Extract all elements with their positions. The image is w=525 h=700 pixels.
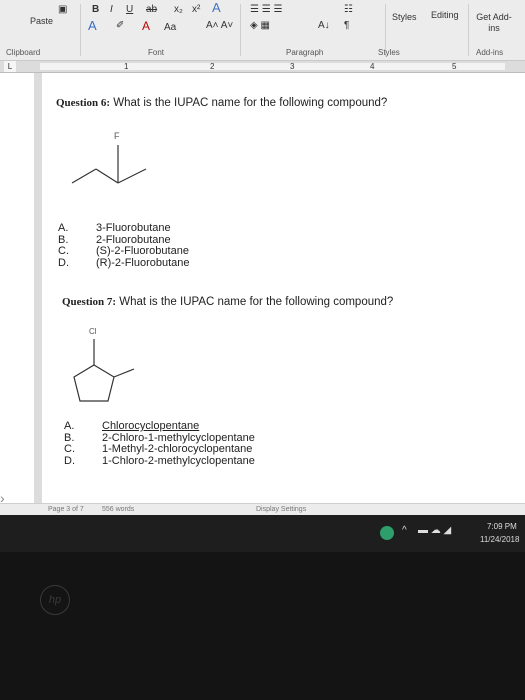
format-painter-icon[interactable]: ▣ [58,4,67,16]
taskbar: ^ ▬ ☁ ◢ 7:09 PM 11/24/2018 [0,515,525,552]
q7-letter-c: C. [64,443,75,455]
chloromethylcyclopentane-structure: Cl [73,327,135,402]
document-page[interactable]: Question 6: What is the IUPAC name for t… [42,73,525,503]
laptop-bezel [0,552,525,700]
question-number: Question 7: [62,296,117,308]
q6-letter-d: D. [58,256,69,269]
q6-option-d: (R)-2-Fluorobutane [96,256,190,269]
chevron-up-icon[interactable]: ^ [402,525,407,536]
q7-option-c: 1-Methyl-2-chlorocyclopentane [102,443,253,455]
get-addins-button[interactable]: Get Add-ins [474,12,514,34]
question-6-heading: Question 6: What is the IUPAC name for t… [56,97,387,109]
q6-letter-a: A. [58,222,69,234]
grow-shrink-font-icon[interactable]: A˄ A˅ [206,20,233,32]
question-text: What is the IUPAC name for the following… [116,296,394,308]
vertical-ruler[interactable] [34,73,42,503]
underline-icon[interactable]: U [126,4,133,16]
q7-options: Chlorocyclopentane 2-Chloro-1-methylcycl… [102,420,255,467]
text-effects-icon[interactable]: A [212,1,221,14]
multilevel-list-icon[interactable]: ☷ [344,4,353,16]
ruler-number: 5 [452,62,457,71]
clipboard-group-label: Clipboard [6,48,41,57]
tray-icons[interactable]: ▬ ☁ ◢ [418,525,451,536]
question-text: What is the IUPAC name for the following… [110,97,388,109]
italic-icon[interactable]: I [110,4,113,16]
q6-letter-c: C. [58,245,69,257]
q7-letters: A. B. C. D. [64,420,75,467]
word-window: Paste ▣ B I U ab x₂ x² A A ✐ A Aa A˄ A˅ … [0,0,525,552]
app-icon[interactable] [380,526,394,540]
pilcrow-icon[interactable]: ¶ [344,20,349,32]
fluorobutane-structure: F [71,131,147,184]
clock-date[interactable]: 11/24/2018 [480,535,519,544]
subscript-icon[interactable]: x₂ [174,4,183,16]
ruler-number: 2 [210,62,215,71]
q6-option-c: (S)-2-Fluorobutane [96,245,189,257]
q6-letters: A. B. C. D. [58,222,69,269]
superscript-icon[interactable]: x² [192,4,200,16]
font-color-icon[interactable]: A [88,19,97,32]
font-group-label: Font [148,48,165,57]
question-7-heading: Question 7: What is the IUPAC name for t… [62,296,393,308]
hp-logo: hp [40,585,70,615]
q6-options: 3-Fluorobutane 2-Fluorobutane (S)-2-Fluo… [96,222,190,269]
clock-time[interactable]: 7:09 PM [487,522,517,531]
font-color-red-icon[interactable]: A [142,20,150,32]
sort-icon[interactable]: A↓ [318,20,330,32]
tab-stop-selector[interactable]: L [4,61,16,72]
horizontal-ruler[interactable]: L 1 2 3 4 5 [0,61,525,73]
q7-letter-a: A. [64,420,75,432]
ruler-number: 4 [370,62,375,71]
align-icons[interactable]: ☰ ☰ ☰ [250,4,282,16]
fluorine-label: F [114,131,120,141]
q7-option-d: 1-Chloro-2-methylcyclopentane [102,454,255,467]
chlorine-label: Cl [89,327,97,336]
question-number: Question 6: [56,97,111,109]
highlight-icon[interactable]: ✐ [116,20,124,32]
shading-icon[interactable]: ◈ ▦ [250,20,270,32]
q7-letter-d: D. [64,454,75,467]
paragraph-group-label: Paragraph [286,48,324,57]
paste-button[interactable]: Paste [30,16,53,26]
change-case-button[interactable]: Aa [164,22,176,34]
ruler-number: 1 [124,62,129,71]
q6-option-a: 3-Fluorobutane [96,222,171,234]
addins-group-label: Add-ins [476,48,504,57]
bold-icon[interactable]: B [92,4,99,16]
styles-group-label: Styles [378,48,400,57]
styles-button[interactable]: Styles [392,12,417,22]
ruler-number: 3 [290,62,295,71]
editing-button[interactable]: Editing [431,10,459,20]
q7-option-a: Chlorocyclopentane [102,420,200,432]
ribbon: Paste ▣ B I U ab x₂ x² A A ✐ A Aa A˄ A˅ … [0,0,525,61]
strikethrough-icon[interactable]: ab [146,4,157,16]
